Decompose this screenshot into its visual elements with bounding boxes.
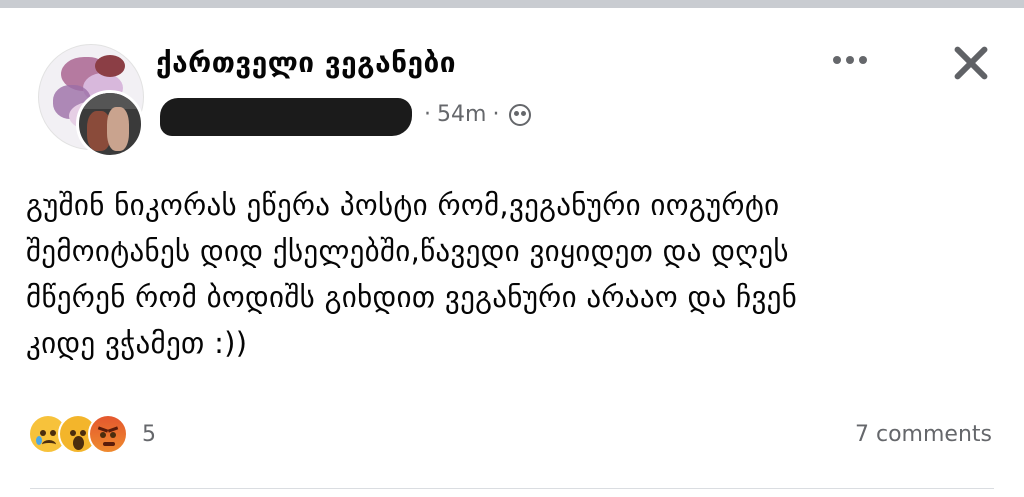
post-body: გუშინ ნიკორას ეწერა პოსტი რომ,ვეგანური ი… (26, 182, 1006, 366)
redacted-author-name (160, 98, 412, 136)
more-options-button[interactable] (826, 48, 874, 72)
post-text-line: კიდე ვჭამეთ :)) (26, 326, 248, 360)
post-text-line: მწერენ რომ ბოდიშს გიხდით ვეგანური არააო … (26, 280, 798, 314)
dot-icon (833, 56, 841, 64)
user-avatar-art (107, 107, 129, 151)
divider (30, 488, 994, 489)
user-avatar[interactable] (76, 90, 144, 158)
post-meta: · 54m · (418, 102, 532, 127)
post-text-line: შემოიტანეს დიდ ქსელებში,წავედი ვიყიდეთ დ… (26, 234, 789, 268)
dot-icon (846, 56, 854, 64)
post-timestamp[interactable]: 54m (437, 102, 486, 127)
meta-separator: · (424, 102, 431, 127)
group-avatar-art (95, 55, 125, 77)
angry-reaction-icon (88, 414, 128, 454)
group-audience-icon (509, 103, 532, 126)
reactions-summary[interactable]: 5 (28, 414, 156, 454)
post-text-line: გუშინ ნიკორას ეწერა პოსტი რომ,ვეგანური ი… (26, 188, 780, 222)
close-icon[interactable] (948, 40, 994, 86)
meta-separator: · (492, 102, 500, 127)
group-name-link[interactable]: ქართველი ვეგანები (156, 46, 456, 79)
comments-link[interactable]: 7 comments (855, 422, 992, 447)
reaction-count: 5 (142, 421, 156, 447)
dot-icon (859, 56, 867, 64)
top-bar (0, 0, 1024, 8)
user-avatar-art (79, 93, 141, 109)
